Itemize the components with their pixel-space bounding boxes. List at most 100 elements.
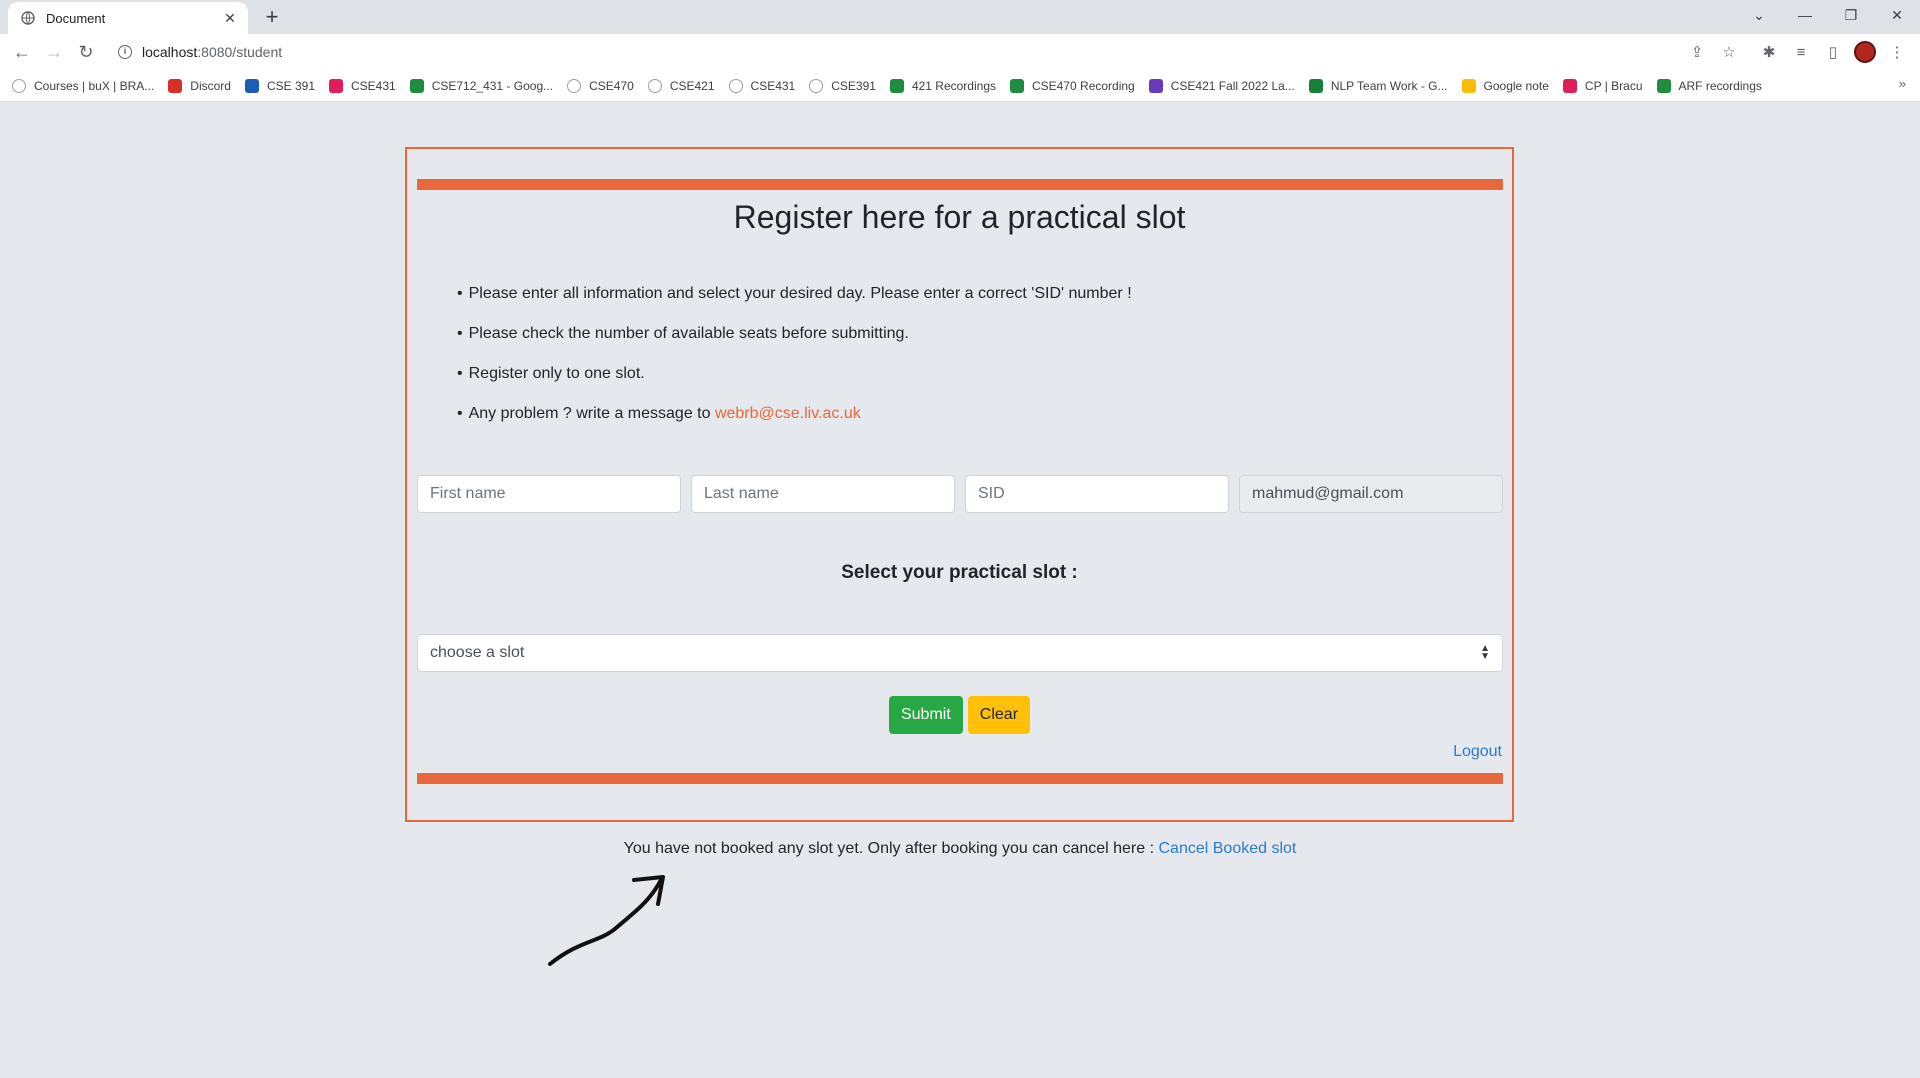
bookmark-label: CSE712_431 - Goog...	[431, 78, 554, 93]
browser-toolbar: ← → ↻ i localhost:8080/student ⇪ ☆ ✱ ≡ ▯…	[0, 34, 1920, 70]
globe-icon	[20, 10, 36, 26]
email-field[interactable]	[1239, 475, 1503, 513]
media-control-icon[interactable]: ≡	[1787, 38, 1815, 66]
bookmark-item[interactable]: CSE470 Recording	[1010, 78, 1135, 93]
bux-icon	[728, 78, 743, 93]
instruction-item: Please check the number of available sea…	[457, 325, 1132, 365]
bux-icon	[12, 78, 26, 93]
close-window-button[interactable]: ✕	[1874, 0, 1920, 30]
slack-icon	[1562, 78, 1577, 93]
url-host: localhost	[142, 44, 198, 60]
bookmarks-bar: Courses | buX | BRA... Discord CSE 391 CSE4…	[0, 70, 1920, 102]
keep-icon	[1461, 78, 1476, 93]
forms-icon	[1148, 78, 1163, 93]
bookmark-item[interactable]: CSE 391	[244, 78, 315, 93]
first-name-input[interactable]	[417, 475, 681, 513]
bookmark-item[interactable]: CSE470	[567, 78, 634, 93]
slot-section-title: Select your practical slot :	[841, 562, 1078, 583]
select-arrows-icon: ▲ ▼	[1480, 643, 1490, 662]
tab-search-icon[interactable]: ⌄	[1736, 0, 1782, 30]
bux-icon	[809, 78, 824, 93]
bookmark-label: CSE470 Recording	[1032, 78, 1135, 93]
site-info-icon[interactable]: i	[118, 45, 132, 59]
restore-button[interactable]: ❐	[1828, 0, 1874, 30]
bux-icon	[567, 78, 582, 93]
hand-drawn-arrow-annotation	[548, 875, 665, 966]
contact-email-link[interactable]: webrb@cse.liv.ac.uk	[715, 405, 861, 422]
tab-title: Document	[46, 10, 106, 26]
forward-icon[interactable]: →	[40, 38, 68, 66]
bookmark-star-icon[interactable]: ☆	[1715, 38, 1743, 66]
bookmark-item[interactable]: 421 Recordings	[889, 78, 996, 93]
bookmark-label: NLP Team Work - G...	[1330, 78, 1448, 93]
extensions-icon[interactable]: ✱	[1755, 38, 1783, 66]
bookmark-item[interactable]: Discord	[168, 78, 231, 93]
logout-link[interactable]: Logout	[1453, 743, 1502, 761]
instructions-list: Please enter all information and select …	[457, 285, 1132, 445]
form-actions: Submit Clear	[407, 696, 1512, 734]
bookmark-item[interactable]: NLP Team Work - G...	[1308, 78, 1448, 93]
bookmark-label: CSE 391	[266, 78, 315, 93]
bookmark-label: CSE391	[831, 78, 876, 93]
bookmark-label: CSE421	[669, 78, 715, 93]
bookmark-label: CP | Bracu	[1584, 78, 1643, 93]
share-icon[interactable]: ⇪	[1683, 38, 1711, 66]
bookmark-item[interactable]: ARF recordings	[1656, 78, 1762, 93]
drive-icon	[409, 78, 424, 93]
slot-select[interactable]: choose a slot ▲ ▼	[417, 634, 1503, 672]
side-panel-icon[interactable]: ▯	[1819, 38, 1847, 66]
bookmark-item[interactable]: CSE421 Fall 2022 La...	[1148, 78, 1295, 93]
instruction-item: Register only to one slot.	[457, 365, 1132, 405]
minimize-button[interactable]: —	[1782, 0, 1828, 30]
clear-button[interactable]: Clear	[967, 696, 1031, 734]
bux-icon	[647, 78, 662, 93]
bookmark-item[interactable]: CSE431	[728, 78, 795, 93]
bottom-accent-bar	[417, 773, 1503, 784]
tab-close-icon[interactable]: ✕	[222, 10, 238, 26]
bookmark-item[interactable]: CSE431	[329, 78, 396, 93]
bookmarks-overflow-icon[interactable]: »	[1899, 76, 1906, 91]
bookmark-item[interactable]: CP | Bracu	[1562, 78, 1643, 93]
bookmark-item[interactable]: CSE421	[647, 78, 715, 93]
slot-select-value: choose a slot	[430, 644, 525, 661]
url-path: :8080/student	[197, 44, 283, 60]
cancel-booked-slot-link[interactable]: Cancel Booked slot	[1159, 840, 1297, 857]
bookmark-label: Discord	[190, 78, 231, 93]
cancel-note-text: You have not booked any slot yet. Only a…	[623, 840, 1159, 857]
drive-icon	[1656, 78, 1671, 93]
bookmark-label: Google note	[1483, 78, 1549, 93]
bookmark-item[interactable]: CSE712_431 - Goog...	[409, 78, 554, 93]
bookmark-item[interactable]: CSE391	[809, 78, 876, 93]
address-bar[interactable]: i localhost:8080/student	[108, 37, 1798, 67]
bookmark-label: Courses | buX | BRA...	[34, 78, 155, 93]
registration-card: Register here for a practical slot Pleas…	[405, 147, 1514, 822]
sheets-icon	[1308, 78, 1323, 93]
drive-icon	[1010, 78, 1024, 93]
tab-strip: Document ✕ + ⌄ — ❐ ✕	[0, 0, 1920, 34]
cancel-note: You have not booked any slot yet. Only a…	[0, 840, 1920, 858]
back-icon[interactable]: ←	[8, 38, 36, 66]
submit-button[interactable]: Submit	[888, 696, 963, 734]
slack-icon	[329, 78, 343, 93]
discord-icon	[168, 78, 183, 93]
contact-prefix: Any problem ? write a message to	[468, 405, 715, 422]
bookmark-label: ARF recordings	[1678, 78, 1762, 93]
bookmark-item[interactable]: Google note	[1461, 78, 1549, 93]
drive-icon	[889, 78, 904, 93]
bookmark-label: CSE431	[351, 78, 396, 93]
sid-input[interactable]	[965, 475, 1229, 513]
page-title: Register here for a practical slot	[733, 199, 1186, 235]
profile-avatar[interactable]	[1851, 38, 1879, 66]
new-tab-button[interactable]: +	[258, 4, 286, 32]
top-accent-bar	[417, 179, 1503, 190]
browser-tab[interactable]: Document ✕	[8, 2, 248, 34]
p-icon	[244, 78, 259, 93]
menu-kebab-icon[interactable]: ⋮	[1883, 38, 1911, 66]
reload-icon[interactable]: ↻	[72, 38, 100, 66]
instruction-item: Please enter all information and select …	[457, 285, 1132, 325]
bookmark-item[interactable]: Courses | buX | BRA...	[12, 78, 155, 93]
last-name-input[interactable]	[691, 475, 955, 513]
bookmark-label: 421 Recordings	[911, 78, 996, 93]
bookmark-label: CSE470	[589, 78, 634, 93]
instruction-item-contact: Any problem ? write a message to webrb@c…	[457, 405, 1132, 445]
